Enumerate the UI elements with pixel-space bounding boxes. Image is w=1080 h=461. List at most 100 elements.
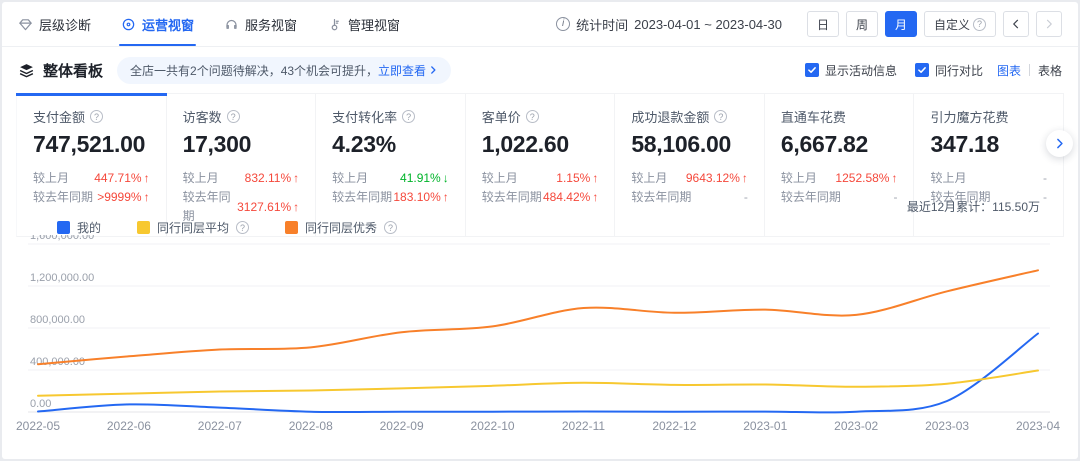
- cards-next-button[interactable]: [1046, 130, 1073, 157]
- metric-yoy-value: -: [1043, 188, 1047, 207]
- help-icon[interactable]: ?: [402, 110, 415, 123]
- chevron-right-icon: [1043, 18, 1055, 30]
- metric-card-1[interactable]: 支付金额?747,521.00较上月447.71%↑较去年同期>9999%↑: [16, 93, 167, 237]
- legend-label: 我的: [77, 219, 101, 236]
- help-icon[interactable]: ?: [714, 110, 727, 123]
- nav-tab-4[interactable]: 管理视窗: [327, 2, 400, 46]
- legend-item-1[interactable]: 我的: [57, 219, 101, 236]
- view-chart-link[interactable]: 图表: [997, 62, 1021, 79]
- layers-icon: [18, 62, 35, 79]
- metric-mom-value: 832.11%↑: [245, 169, 299, 188]
- metric-card-7[interactable]: 引力魔方花费347.18较上月-较去年同期-: [914, 93, 1064, 237]
- x-axis-tick-label: 2022-10: [471, 419, 515, 433]
- toggle-1[interactable]: 显示活动信息: [805, 62, 897, 79]
- metric-mom-label: 较上月: [631, 169, 667, 188]
- nav-tab-3[interactable]: 服务视窗: [224, 2, 297, 46]
- legend-swatch: [57, 221, 70, 234]
- help-icon[interactable]: ?: [526, 110, 539, 123]
- x-axis-tick-label: 2023-04: [1016, 419, 1060, 433]
- legend-item-3[interactable]: 同行同层优秀?: [285, 219, 397, 236]
- period-button-月[interactable]: 月: [885, 11, 917, 37]
- custom-range-button[interactable]: 自定义 ?: [924, 11, 996, 37]
- metric-mom-value: 1.15%↑: [556, 169, 598, 188]
- checkbox-checked-icon[interactable]: [805, 63, 819, 77]
- checkbox-checked-icon[interactable]: [915, 63, 929, 77]
- metric-card-3[interactable]: 支付转化率?4.23%较上月41.91%↓较去年同期183.10%↑: [316, 93, 466, 237]
- nav-tab-label: 运营视窗: [142, 15, 194, 34]
- series-line-同行同层平均: [38, 371, 1038, 396]
- metric-card-5[interactable]: 成功退款金额?58,106.00较上月9643.12%↑较去年同期-: [615, 93, 765, 237]
- x-axis-tick-label: 2022-06: [107, 419, 151, 433]
- next-period-button[interactable]: [1036, 11, 1062, 37]
- metric-card-title: 支付金额?: [33, 107, 150, 126]
- metric-yoy-row: 较去年同期>9999%↑: [33, 188, 150, 207]
- metric-card-title: 客单价?: [482, 107, 599, 126]
- metric-yoy-value: -: [893, 188, 897, 207]
- y-axis-tick-label: 1,600,000.00: [30, 235, 94, 242]
- x-axis-tick-label: 2022-12: [652, 419, 696, 433]
- help-icon[interactable]: ?: [227, 110, 240, 123]
- analytics-page: 层级诊断运营视窗服务视窗管理视窗 i 统计时间 2023-04-01 ~ 202…: [2, 2, 1078, 459]
- arrow-up-icon: ↑: [293, 198, 299, 217]
- metric-yoy-label: 较去年同期: [631, 188, 691, 207]
- check-icon: [917, 65, 927, 75]
- board-title: 整体看板: [18, 60, 103, 81]
- metric-mom-row: 较上月1252.58%↑: [781, 169, 898, 188]
- x-axis-tick-label: 2022-11: [562, 419, 605, 433]
- headset-icon: [224, 17, 239, 32]
- stat-time-range: 2023-04-01 ~ 2023-04-30: [634, 17, 782, 32]
- metric-mom-label: 较上月: [33, 169, 69, 188]
- info-icon[interactable]: i: [556, 17, 570, 31]
- view-table-link[interactable]: 表格: [1038, 62, 1062, 79]
- toggle-2[interactable]: 同行对比: [915, 62, 983, 79]
- legend-item-2[interactable]: 同行同层平均?: [137, 219, 249, 236]
- series-line-同行同层优秀: [38, 270, 1038, 364]
- x-axis-tick-label: 2022-09: [380, 419, 424, 433]
- help-icon: ?: [973, 18, 986, 31]
- nav-tab-1[interactable]: 层级诊断: [18, 2, 91, 46]
- metric-mom-row: 较上月41.91%↓: [332, 169, 449, 188]
- chart-area[interactable]: 0.00400,000.00800,000.001,200,000.001,60…: [16, 235, 1068, 440]
- nav-tabs: 层级诊断 运营视窗 服务视窗 管理视窗: [18, 2, 400, 46]
- view-switch: 图表 表格: [997, 62, 1062, 79]
- period-button-周[interactable]: 周: [846, 11, 878, 37]
- y-axis-tick-label: 1,200,000.00: [30, 272, 94, 284]
- metric-card-6[interactable]: 直通车花费6,667.82较上月1252.58%↑较去年同期-: [765, 93, 915, 237]
- prev-period-button[interactable]: [1003, 11, 1029, 37]
- target-icon: [121, 17, 136, 32]
- notice-text: 全店一共有2个问题待解决，43个机会可提升，: [130, 62, 378, 79]
- metric-mom-label: 较上月: [183, 169, 219, 188]
- help-icon[interactable]: ?: [236, 221, 249, 234]
- gem-icon: [18, 17, 33, 32]
- nav-tab-2[interactable]: 运营视窗: [121, 2, 194, 46]
- metric-mom-value: -: [1043, 169, 1047, 188]
- metric-yoy-label: 较去年同期: [781, 188, 841, 207]
- dashboard-screen: 层级诊断运营视窗服务视窗管理视窗 i 统计时间 2023-04-01 ~ 202…: [0, 0, 1080, 461]
- series-line-我的: [38, 334, 1038, 413]
- metric-card-value: 747,521.00: [33, 131, 150, 158]
- metric-yoy-number: 183.10%: [393, 188, 440, 207]
- period-button-日[interactable]: 日: [807, 11, 839, 37]
- metric-yoy-row: 较去年同期 -: [631, 188, 748, 207]
- metric-title-text: 直通车花费: [781, 107, 846, 126]
- board-title-text: 整体看板: [43, 60, 103, 81]
- line-chart-canvas[interactable]: 0.00400,000.00800,000.001,200,000.001,60…: [16, 235, 1068, 440]
- metric-card-2[interactable]: 访客数?17,300较上月832.11%↑较去年同期3127.61%↑: [167, 93, 317, 237]
- metric-card-4[interactable]: 客单价?1,022.60较上月1.15%↑较去年同期484.42%↑: [466, 93, 616, 237]
- metric-card-value: 17,300: [183, 131, 300, 158]
- notice-link[interactable]: 立即查看: [378, 62, 426, 79]
- metric-card-title: 成功退款金额?: [631, 107, 748, 126]
- help-icon[interactable]: ?: [90, 110, 103, 123]
- metric-yoy-number: -: [744, 188, 748, 207]
- nav-tab-label: 管理视窗: [348, 15, 400, 34]
- metric-yoy-value: 183.10%↑: [393, 188, 448, 207]
- thermometer-icon: [327, 17, 342, 32]
- custom-range-label: 自定义: [934, 16, 970, 33]
- metric-card-value: 4.23%: [332, 131, 449, 158]
- board-header-right: 显示活动信息 同行对比 图表 表格: [787, 62, 1062, 79]
- metric-mom-row: 较上月1.15%↑: [482, 169, 599, 188]
- legend-swatch: [137, 221, 150, 234]
- help-icon[interactable]: ?: [384, 221, 397, 234]
- x-axis-tick-label: 2022-05: [16, 419, 60, 433]
- metric-mom-label: 较上月: [781, 169, 817, 188]
